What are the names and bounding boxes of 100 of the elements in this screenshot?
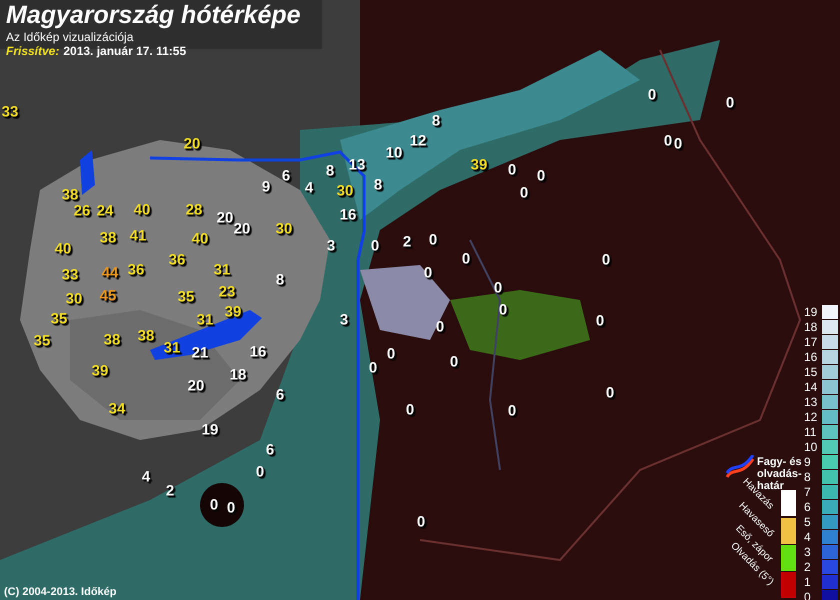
updated-timestamp: 2013. január 17. 11:55 — [63, 44, 186, 59]
snow-depth-value: 31 — [164, 340, 180, 356]
snow-depth-value: 20 — [188, 378, 204, 394]
snow-depth-value: 16 — [340, 208, 356, 222]
snow-depth-value: 3 — [340, 312, 348, 328]
snow-depth-value: 36 — [128, 262, 144, 278]
snow-depth-value: 0 — [386, 346, 396, 362]
snow-depth-value: 0 — [210, 498, 218, 512]
snow-depth-value: 39 — [92, 364, 108, 378]
scale-label: 15 — [804, 366, 818, 378]
snow-depth-value: 38 — [100, 230, 116, 246]
snow-depth-value: 23 — [218, 284, 236, 300]
snow-depth-value: 4 — [304, 180, 314, 196]
snow-depth-value: 35 — [34, 334, 50, 348]
snow-depth-value: 0 — [520, 186, 528, 200]
snow-depth-value: 6 — [276, 388, 284, 402]
snow-depth-value: 0 — [602, 252, 610, 268]
snow-depth-value: 39 — [224, 304, 242, 320]
snow-depth-value: 8 — [326, 164, 334, 178]
snow-depth-value: 41 — [130, 228, 146, 244]
snow-depth-value: 31 — [214, 262, 230, 278]
snow-depth-value: 6 — [282, 168, 290, 184]
snow-depth-value: 6 — [266, 442, 274, 458]
snow-depth-value: 26 — [74, 204, 90, 218]
snow-depth-value: 4 — [142, 470, 150, 484]
snow-depth-value: 38 — [138, 328, 154, 344]
snow-depth-value: 12 — [410, 134, 426, 148]
snow-depth-value: 31 — [196, 312, 214, 328]
snow-depth-value: 0 — [508, 404, 516, 418]
snow-depth-value: 24 — [96, 204, 114, 218]
snow-depth-value: 44 — [102, 266, 118, 280]
copyright-text: (C) 2004-2013. Időkép — [4, 584, 116, 600]
snow-depth-value: 20 — [234, 222, 250, 236]
snow-depth-value: 38 — [104, 332, 120, 348]
scale-label: 2 — [804, 560, 812, 572]
snow-depth-value: 30 — [336, 184, 354, 198]
snow-depth-value: 35 — [178, 290, 194, 304]
scale-label: 7 — [804, 486, 812, 498]
snow-depth-value: 39 — [470, 158, 488, 172]
snow-depth-value: 40 — [54, 242, 72, 256]
scale-label: 12 — [804, 410, 818, 422]
snow-depth-value: 0 — [256, 464, 264, 480]
snow-depth-value: 0 — [368, 360, 378, 376]
scale-label: 18 — [804, 320, 818, 332]
snow-depth-value: 34 — [108, 402, 126, 416]
scale-label: 13 — [804, 396, 818, 408]
snow-depth-value: 0 — [726, 96, 734, 110]
snow-depth-value: 8 — [432, 114, 440, 128]
scale-label: 9 — [804, 456, 812, 468]
scale-label: 5 — [804, 516, 812, 528]
snow-depth-value: 0 — [370, 238, 380, 254]
snow-depth-value: 0 — [498, 302, 508, 318]
snow-depth-value: 19 — [202, 422, 218, 438]
snow-depth-value: 0 — [416, 514, 426, 530]
snow-depth-value: 35 — [50, 312, 68, 326]
scale-label: 3 — [804, 546, 812, 558]
scale-label: 16 — [804, 350, 818, 362]
snow-depth-value: 40 — [134, 202, 150, 218]
snow-depth-value: 2 — [402, 234, 412, 250]
updated-label: Frissítve: — [6, 44, 60, 59]
snow-depth-value: 28 — [186, 202, 202, 218]
scale-label: 14 — [804, 380, 818, 392]
snow-depth-value: 3 — [326, 238, 336, 254]
snow-depth-value: 33 — [62, 268, 78, 282]
snow-depth-value: 9 — [262, 180, 270, 194]
scale-label: 10 — [804, 440, 818, 452]
snow-depth-value: 8 — [374, 178, 382, 192]
snow-depth-value: 0 — [450, 354, 458, 370]
snow-depth-value: 18 — [230, 368, 246, 382]
scale-label: 19 — [804, 306, 818, 318]
snow-depth-value: 30 — [276, 222, 292, 236]
snow-depth-value: 33 — [2, 104, 18, 120]
snow-depth-value: 0 — [508, 162, 516, 178]
map-subtitle: Az Időkép vizualizációja — [6, 30, 134, 44]
snow-depth-value: 0 — [406, 402, 414, 418]
snow-depth-value: 0 — [536, 168, 546, 184]
snow-depth-value: 0 — [494, 280, 502, 296]
snow-depth-value: 0 — [436, 320, 444, 334]
snow-depth-value: 20 — [216, 210, 234, 226]
scale-label: 4 — [804, 530, 812, 542]
snow-depth-value: 0 — [596, 314, 604, 328]
scale-label: 6 — [804, 500, 812, 512]
snow-depth-value: 16 — [250, 344, 266, 360]
snow-depth-value: 40 — [192, 232, 208, 246]
snow-depth-value: 0 — [428, 232, 438, 248]
snow-depth-value: 0 — [606, 386, 614, 400]
scale-label: 8 — [804, 470, 812, 482]
snow-depth-value: 2 — [166, 484, 174, 498]
snow-depth-value: 10 — [386, 146, 402, 160]
snow-depth-value: 38 — [62, 188, 78, 202]
scale-label: 1 — [804, 576, 812, 588]
snow-depth-value: 45 — [100, 288, 116, 304]
snow-depth-value: 36 — [168, 252, 186, 268]
snow-depth-value: 13 — [348, 158, 366, 172]
snow-depth-value: 30 — [66, 292, 82, 306]
scale-label: 17 — [804, 336, 818, 348]
snow-depth-value: 0 — [462, 252, 470, 266]
snow-depth-value: 0 — [648, 88, 656, 102]
snow-depth-value: 20 — [184, 136, 200, 152]
snow-depth-value: 0 — [226, 500, 236, 516]
